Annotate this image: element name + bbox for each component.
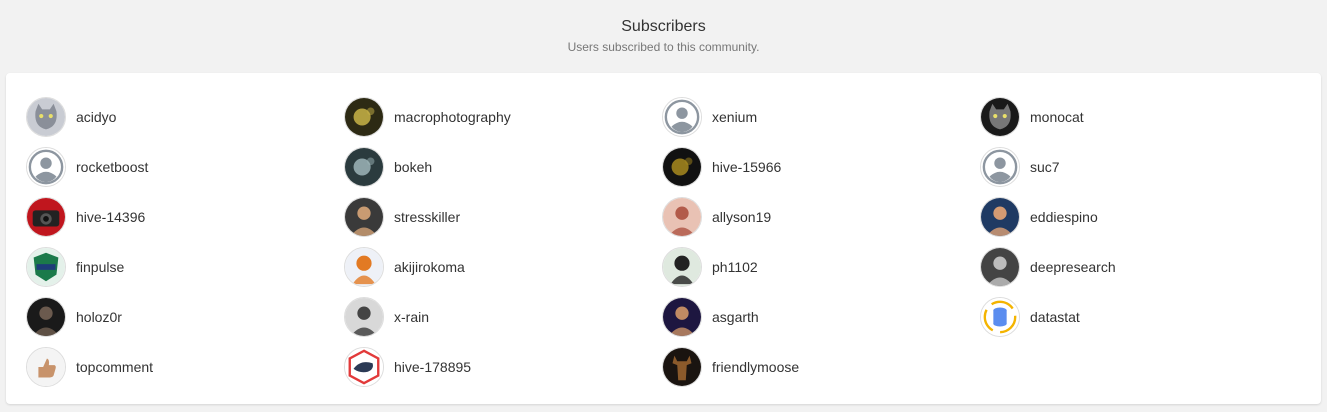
avatar[interactable] — [344, 197, 384, 237]
avatar[interactable] — [980, 297, 1020, 337]
avatar[interactable] — [344, 297, 384, 337]
subscriber-name[interactable]: deepresearch — [1030, 259, 1116, 275]
avatar[interactable] — [980, 197, 1020, 237]
subscribers-card: acidyo macrophotography xenium monocat r… — [6, 73, 1321, 404]
avatar[interactable] — [344, 247, 384, 287]
avatar[interactable] — [662, 197, 702, 237]
subscriber-item[interactable]: akijirokoma — [344, 242, 662, 292]
subscriber-item[interactable]: topcomment — [26, 342, 344, 392]
avatar[interactable] — [980, 247, 1020, 287]
subscriber-item[interactable]: eddiespino — [980, 192, 1298, 242]
subscriber-name[interactable]: asgarth — [712, 309, 759, 325]
avatar[interactable] — [26, 347, 66, 387]
subscriber-name[interactable]: friendlymoose — [712, 359, 799, 375]
subscriber-name[interactable]: x-rain — [394, 309, 429, 325]
subscriber-name[interactable]: suc7 — [1030, 159, 1060, 175]
subscriber-name[interactable]: topcomment — [76, 359, 153, 375]
avatar[interactable] — [26, 197, 66, 237]
subscriber-name[interactable]: finpulse — [76, 259, 124, 275]
subscriber-item[interactable]: bokeh — [344, 142, 662, 192]
subscriber-name[interactable]: macrophotography — [394, 109, 511, 125]
subscriber-item[interactable]: monocat — [980, 92, 1298, 142]
subscriber-item[interactable]: rocketboost — [26, 142, 344, 192]
avatar[interactable] — [662, 247, 702, 287]
subscriber-item[interactable]: hive-14396 — [26, 192, 344, 242]
subscriber-name[interactable]: rocketboost — [76, 159, 148, 175]
subscriber-item[interactable]: finpulse — [26, 242, 344, 292]
avatar[interactable] — [662, 147, 702, 187]
avatar[interactable] — [344, 97, 384, 137]
subscriber-item[interactable]: stresskiller — [344, 192, 662, 242]
subscriber-item[interactable]: suc7 — [980, 142, 1298, 192]
subscriber-name[interactable]: acidyo — [76, 109, 116, 125]
avatar[interactable] — [26, 97, 66, 137]
avatar[interactable] — [26, 297, 66, 337]
avatar[interactable] — [26, 247, 66, 287]
subscriber-name[interactable]: bokeh — [394, 159, 432, 175]
subscriber-item[interactable]: deepresearch — [980, 242, 1298, 292]
subscriber-name[interactable]: xenium — [712, 109, 757, 125]
subscriber-item[interactable]: hive-178895 — [344, 342, 662, 392]
avatar[interactable] — [662, 97, 702, 137]
page-title: Subscribers — [621, 18, 706, 35]
avatar[interactable] — [26, 147, 66, 187]
subscriber-name[interactable]: holoz0r — [76, 309, 122, 325]
subscriber-item[interactable]: x-rain — [344, 292, 662, 342]
subscriber-name[interactable]: allyson19 — [712, 209, 771, 225]
subscriber-item[interactable]: acidyo — [26, 92, 344, 142]
subscriber-item[interactable]: ph1102 — [662, 242, 980, 292]
avatar[interactable] — [344, 147, 384, 187]
avatar[interactable] — [662, 347, 702, 387]
avatar[interactable] — [662, 297, 702, 337]
subscriber-name[interactable]: datastat — [1030, 309, 1080, 325]
subscriber-name[interactable]: ph1102 — [712, 259, 758, 275]
subscriber-item[interactable]: asgarth — [662, 292, 980, 342]
avatar[interactable] — [980, 97, 1020, 137]
avatar[interactable] — [980, 147, 1020, 187]
subscriber-name[interactable]: monocat — [1030, 109, 1084, 125]
subscriber-name[interactable]: hive-15966 — [712, 159, 781, 175]
subscriber-name[interactable]: eddiespino — [1030, 209, 1098, 225]
page-subtitle: Users subscribed to this community. — [567, 40, 760, 54]
subscriber-item[interactable]: macrophotography — [344, 92, 662, 142]
subscriber-name[interactable]: hive-178895 — [394, 359, 471, 375]
subscriber-name[interactable]: stresskiller — [394, 209, 460, 225]
subscriber-item[interactable]: xenium — [662, 92, 980, 142]
subscriber-name[interactable]: akijirokoma — [394, 259, 465, 275]
page-header: Subscribers Users subscribed to this com… — [0, 0, 1327, 73]
subscriber-item[interactable]: datastat — [980, 292, 1298, 342]
subscriber-item[interactable]: hive-15966 — [662, 142, 980, 192]
subscriber-item[interactable]: friendlymoose — [662, 342, 980, 392]
subscriber-item[interactable]: holoz0r — [26, 292, 344, 342]
avatar[interactable] — [344, 347, 384, 387]
subscriber-item[interactable]: allyson19 — [662, 192, 980, 242]
subscriber-name[interactable]: hive-14396 — [76, 209, 145, 225]
subscriber-grid: acidyo macrophotography xenium monocat r… — [26, 92, 1298, 392]
